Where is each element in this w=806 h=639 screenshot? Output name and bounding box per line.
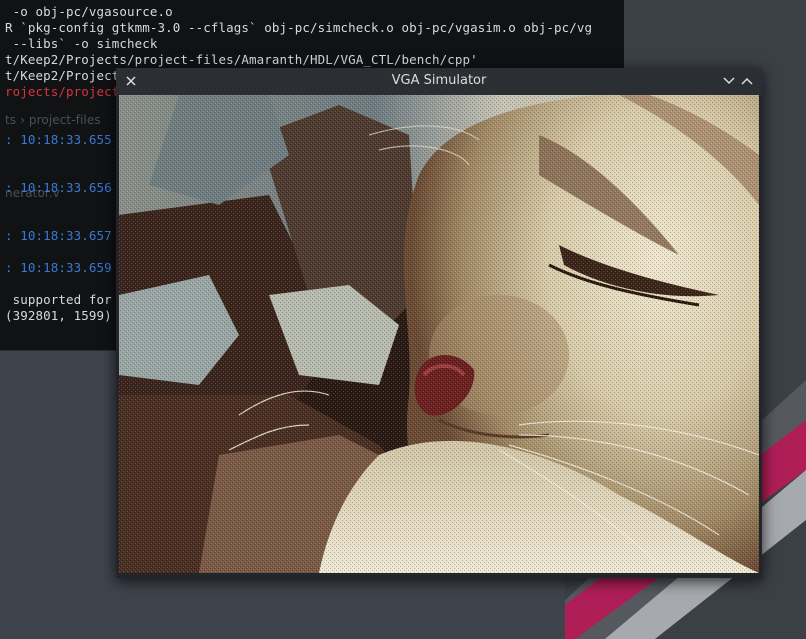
title-bar[interactable]: VGA Simulator	[116, 68, 762, 95]
vga-frame-canvas	[119, 95, 759, 573]
terminal-timestamp: : 10:18:33.655	[5, 132, 112, 147]
terminal-line: (392801, 1599)	[5, 308, 112, 323]
window-title: VGA Simulator	[391, 73, 487, 88]
terminal-timestamp: : 10:18:33.656	[5, 180, 112, 195]
terminal-line: rojects/project	[5, 84, 120, 99]
desktop: -o obj-pc/vgasource.o R `pkg-config gtkm…	[0, 0, 806, 639]
terminal-line: supported for	[5, 292, 112, 307]
terminal-timestamp: : 10:18:33.659	[5, 260, 112, 275]
vga-simulator-window[interactable]: VGA Simulator	[116, 68, 762, 578]
terminal-timestamp: : 10:18:33.657	[5, 228, 112, 243]
cat-photo	[119, 95, 759, 573]
terminal-line: t/Keep2/Project	[5, 68, 120, 83]
terminal-breadcrumb: ts › project-files	[5, 113, 101, 127]
terminal-line: t/Keep2/Projects/project-files/Amaranth/…	[5, 52, 478, 67]
terminal-line: -o obj-pc/vgasource.o	[5, 4, 173, 19]
terminal-line: --libs` -o simcheck	[5, 36, 158, 51]
chevron-up-icon[interactable]	[737, 71, 757, 91]
chevron-down-icon[interactable]	[719, 71, 739, 91]
terminal-line: R `pkg-config gtkmm-3.0 --cflags` obj-pc…	[5, 20, 593, 35]
